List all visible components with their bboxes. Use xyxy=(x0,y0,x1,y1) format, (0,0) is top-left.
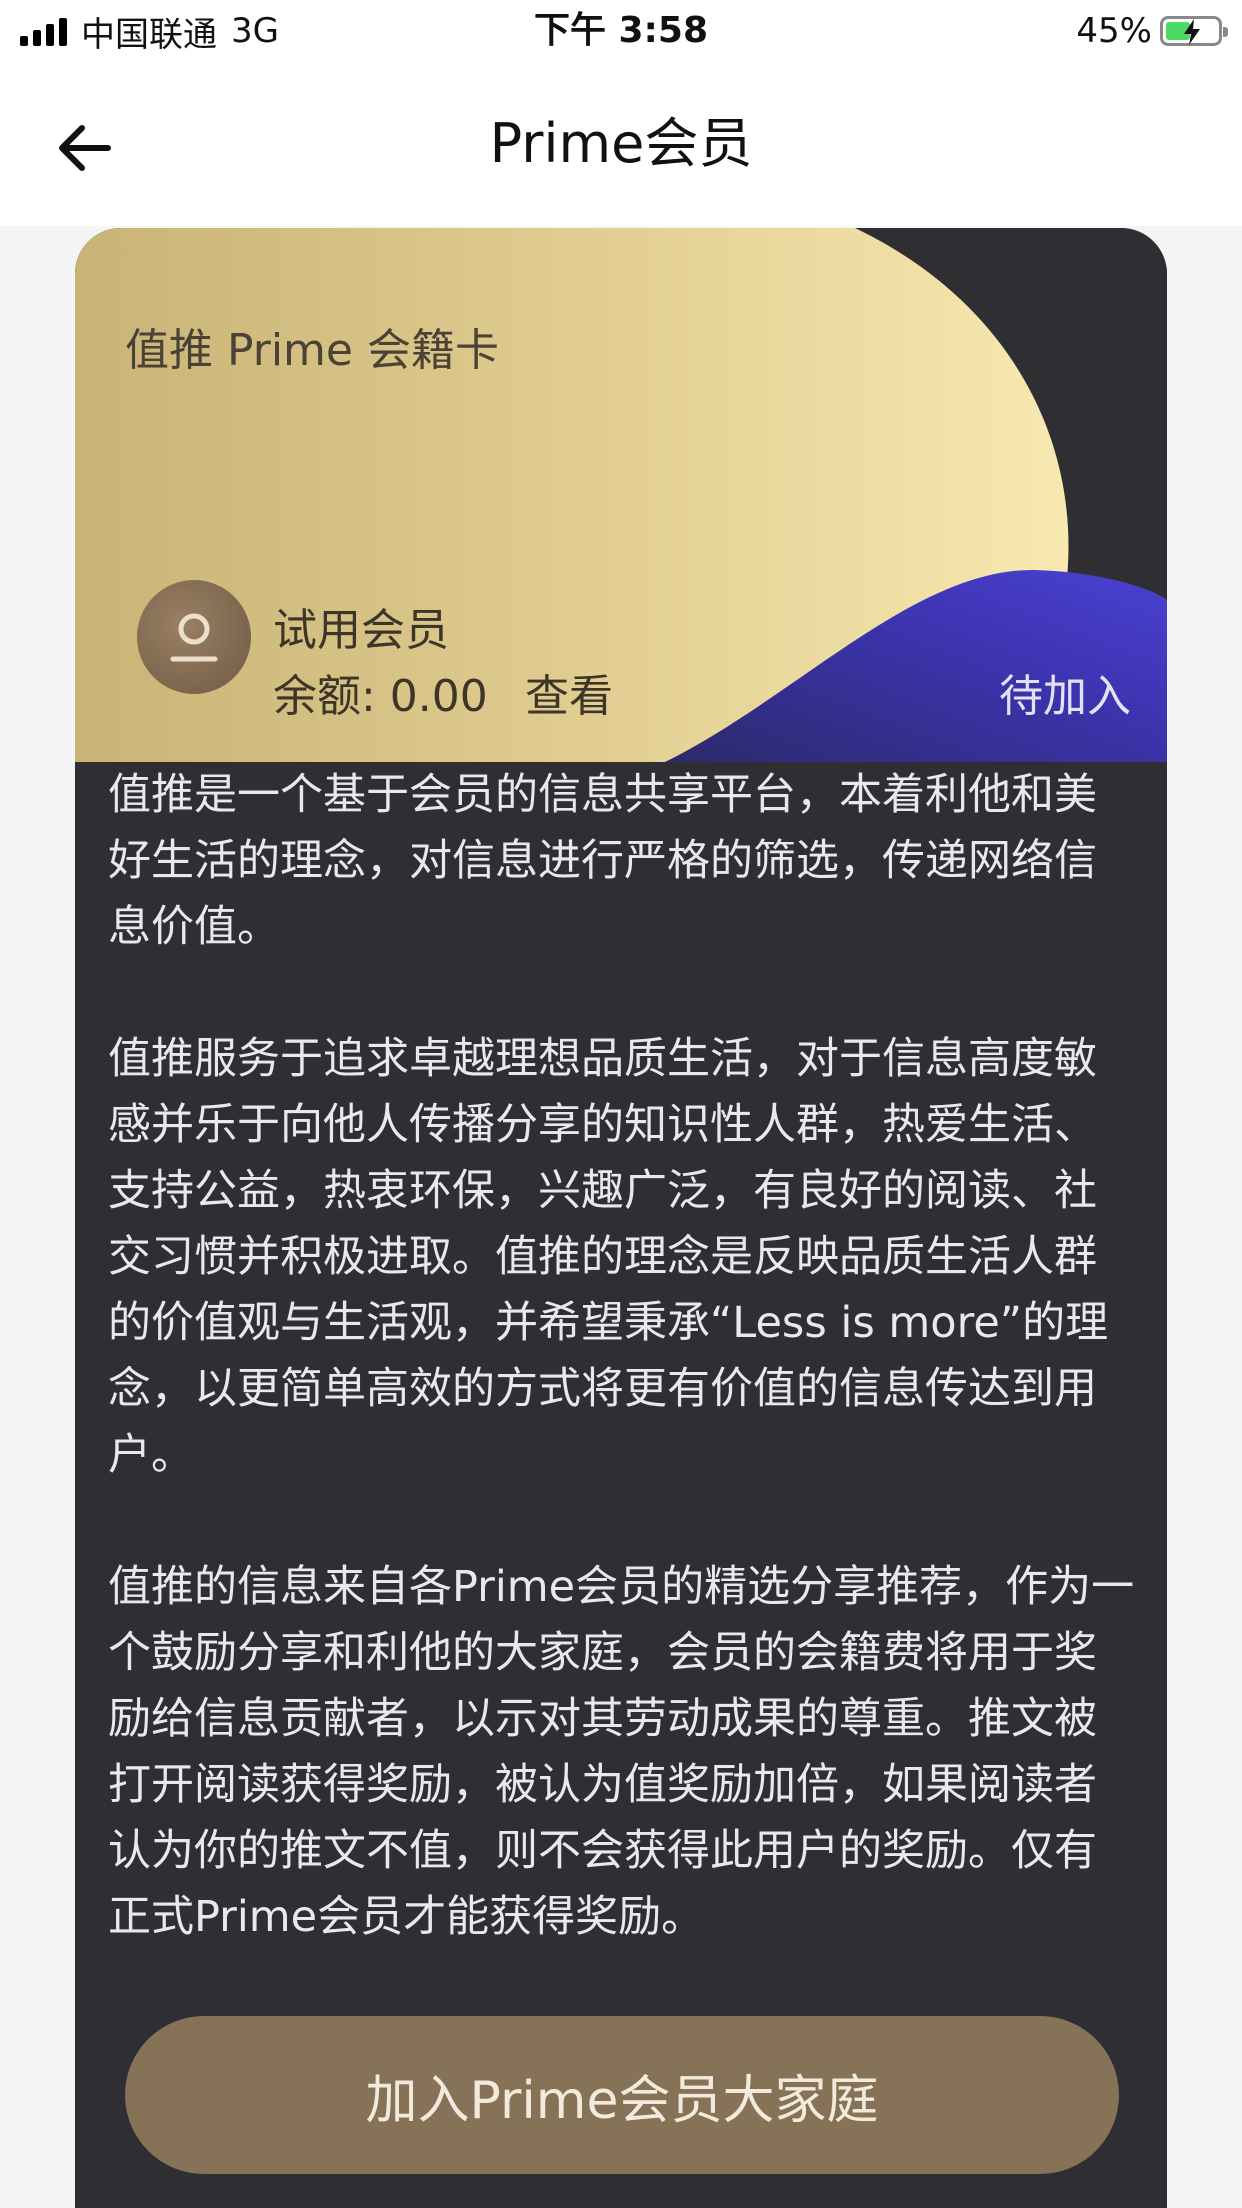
membership-card[interactable]: 值推 Prime 会籍卡 试用会员 余额: 0.00 查看 待加入 xyxy=(75,228,1167,762)
status-bar: 中国联通 3G 下午 3:58 45% xyxy=(0,0,1242,62)
nav-bar: Prime会员 xyxy=(0,62,1242,226)
card-title: 值推 Prime 会籍卡 xyxy=(125,325,499,376)
balance: 余额: 0.00 xyxy=(273,671,488,722)
status-right: 45% xyxy=(1076,8,1228,54)
intro-paragraph: 值推服务于追求卓越理想品质生活，对于信息高度敏感并乐于向他人传播分享的知识性人群… xyxy=(108,1034,1109,1480)
intro-paragraph: 值推的信息来自各Prime会员的精选分享推荐，作为一个鼓励分享和利他的大家庭，会… xyxy=(108,1562,1135,1942)
member-type: 试用会员 xyxy=(273,605,449,656)
status-time: 下午 3:58 xyxy=(533,10,709,51)
intro-text: 值推是一个基于会员的信息共享平台，本着利他和美好生活的理念，对信息进行严格的筛选… xyxy=(108,762,1138,2016)
membership-status: 待加入 xyxy=(999,671,1131,722)
join-prime-button[interactable]: 加入Prime会员大家庭 xyxy=(125,2016,1119,2174)
user-avatar-icon xyxy=(137,580,251,694)
view-balance-link[interactable]: 查看 xyxy=(525,660,613,724)
prime-panel: 值推 Prime 会籍卡 试用会员 余额: 0.00 查看 待加入 值推是一个基… xyxy=(75,228,1167,2208)
battery-charging-icon xyxy=(1160,16,1228,46)
intro-paragraph: 值推是一个基于会员的信息共享平台，本着利他和美好生活的理念，对信息进行严格的筛选… xyxy=(108,770,1097,952)
page-title: Prime会员 xyxy=(489,112,753,175)
battery-percent: 45% xyxy=(1076,11,1152,51)
